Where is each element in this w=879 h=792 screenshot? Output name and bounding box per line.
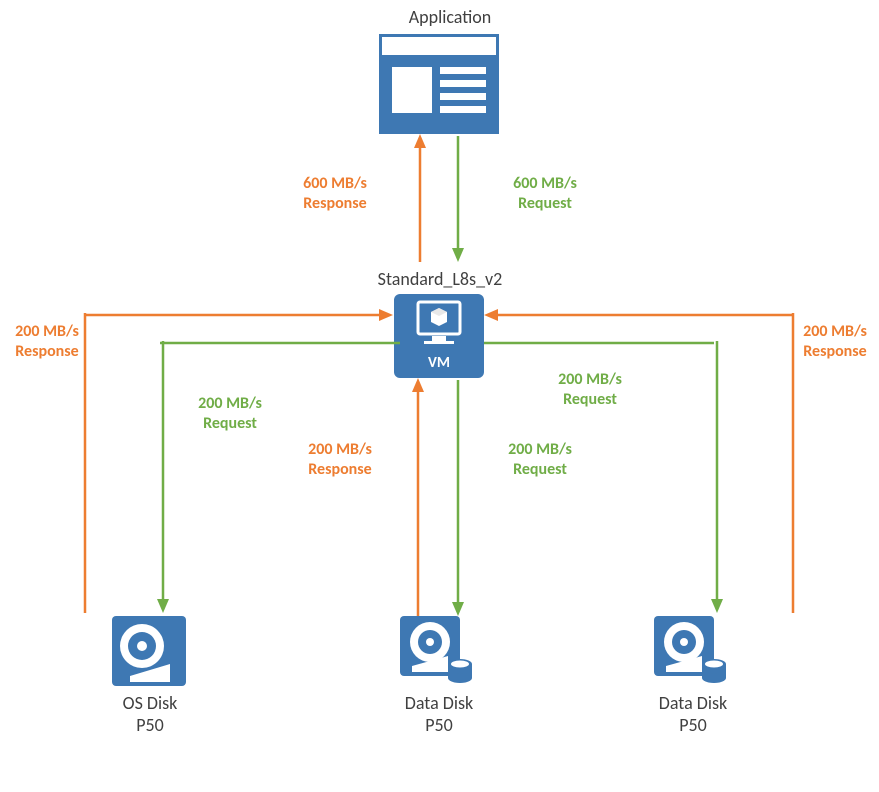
data-disk-1-label: Data Disk P50 [384, 692, 494, 736]
app-request-label: 600 MB/s Request [490, 174, 600, 214]
arrow-os-response-h [85, 305, 405, 325]
app-response-label: 600 MB/s Response [280, 174, 390, 214]
arrow-app-response [410, 134, 430, 264]
arrow-os-request-h [160, 336, 400, 350]
arrow-d2-response-h [484, 305, 804, 325]
d1-request-label: 200 MB/s Request [490, 440, 590, 480]
arrow-d2-request-v [707, 341, 727, 616]
arrow-d2-request-h [484, 336, 714, 350]
os-request-label: 200 MB/s Request [185, 394, 275, 434]
application-title: Application [360, 6, 540, 28]
arrow-os-request-v [153, 341, 173, 616]
vm-icon: VM [394, 294, 484, 378]
data-disk-1-icon [398, 614, 476, 688]
data-disk-2-icon [652, 614, 730, 688]
vm-title: Standard_L8s_v2 [360, 268, 520, 290]
d2-response-label: 200 MB/s Response [790, 322, 879, 362]
diagram-canvas: Application 600 MB/s Response 600 MB/s R… [0, 0, 879, 792]
arrow-d1-request [448, 378, 468, 618]
application-icon [379, 34, 499, 134]
os-disk-label: OS Disk P50 [100, 692, 200, 736]
os-response-label: 200 MB/s Response [2, 322, 92, 362]
arrow-app-request [448, 134, 468, 264]
monitor-cube-icon [394, 294, 484, 352]
d1-response-label: 200 MB/s Response [290, 440, 390, 480]
d2-request-label: 200 MB/s Request [540, 370, 640, 410]
os-disk-icon [110, 614, 188, 688]
arrow-d1-response [408, 378, 428, 618]
data-disk-2-label: Data Disk P50 [638, 692, 748, 736]
vm-badge: VM [394, 354, 484, 372]
